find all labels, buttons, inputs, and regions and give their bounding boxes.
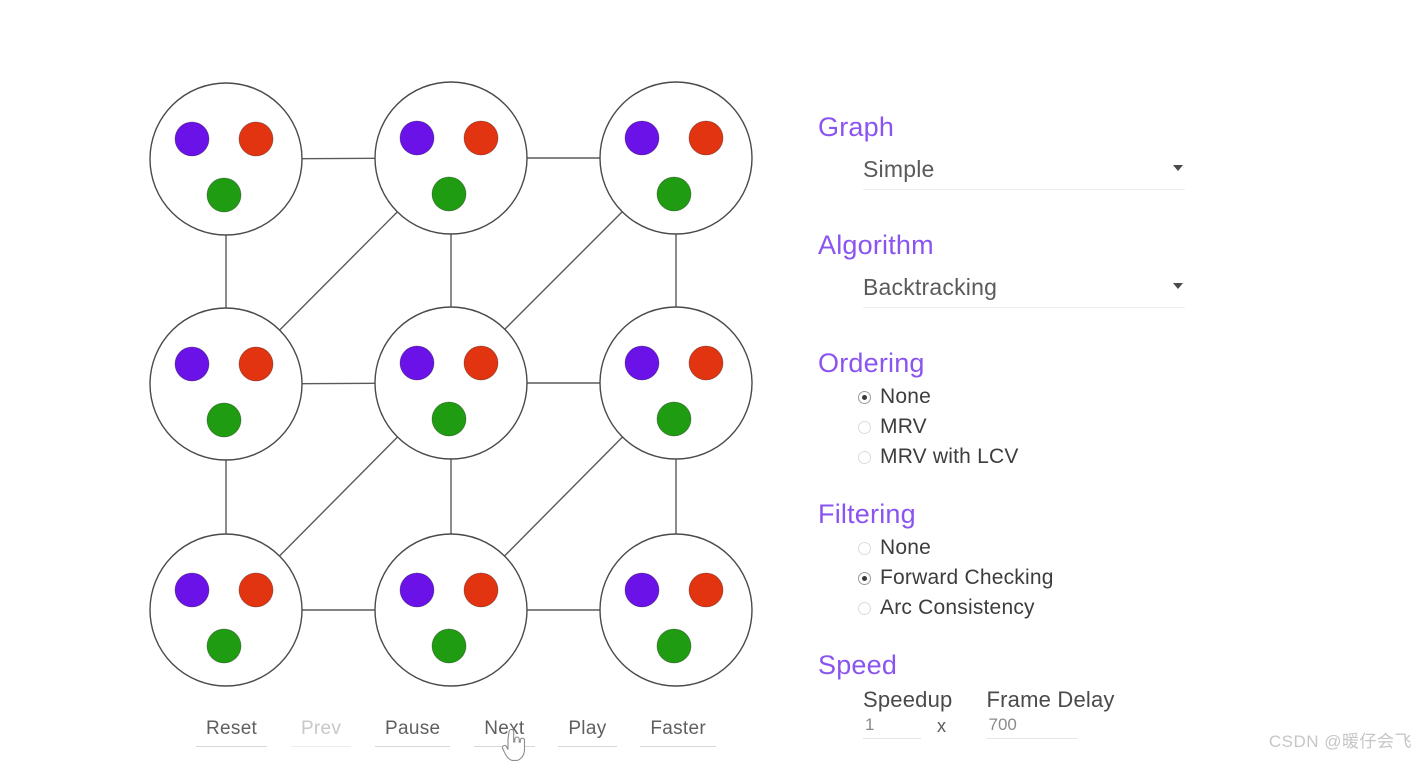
graph-node[interactable]	[374, 81, 528, 235]
graph-select-value: Simple	[863, 156, 935, 182]
speed-setting-group: Speed Speedup x Frame Delay	[818, 650, 1149, 739]
graph-setting-group: Graph Simple	[818, 112, 1185, 190]
radio-icon[interactable]	[858, 450, 871, 464]
domain-dot-green[interactable]	[206, 628, 242, 664]
graph-node[interactable]	[599, 81, 753, 235]
radio-icon[interactable]	[858, 420, 871, 434]
filtering-radio-group: None Forward Checking Arc Consistency	[858, 533, 1054, 623]
faster-button[interactable]: Faster	[640, 716, 716, 747]
prev-button[interactable]: Prev	[290, 716, 352, 747]
ordering-option-label: None	[880, 385, 932, 408]
speedup-unit-label: x	[937, 716, 946, 736]
ordering-option-mrv[interactable]: MRV	[858, 412, 1019, 442]
filtering-option-forward-checking[interactable]: Forward Checking	[858, 563, 1054, 593]
chevron-down-icon	[1173, 165, 1183, 171]
chevron-down-icon	[1173, 283, 1183, 289]
graph-node[interactable]	[149, 307, 303, 461]
graph-node[interactable]	[599, 306, 753, 460]
graph-select[interactable]: Simple	[863, 153, 1185, 190]
speedup-input[interactable]	[863, 715, 921, 739]
ordering-option-none[interactable]: None	[858, 382, 1019, 412]
domain-dot-green[interactable]	[206, 177, 242, 213]
ordering-radio-group: None MRV MRV with LCV	[858, 382, 1019, 472]
filtering-option-label: None	[880, 536, 932, 559]
radio-icon[interactable]	[858, 571, 871, 585]
graph-edge	[504, 211, 623, 330]
domain-dot-purple[interactable]	[624, 345, 660, 381]
frame-delay-input[interactable]	[986, 715, 1077, 739]
domain-dot-purple[interactable]	[399, 120, 435, 156]
domain-dot-green[interactable]	[431, 628, 467, 664]
filtering-option-arc-consistency[interactable]: Arc Consistency	[858, 593, 1054, 623]
watermark: CSDN @暖仔会飞	[1268, 732, 1412, 751]
algorithm-select[interactable]: Backtracking	[863, 271, 1185, 308]
play-button[interactable]: Play	[558, 716, 617, 747]
ordering-option-label: MRV	[880, 415, 927, 438]
speed-fields: Speedup x Frame Delay	[863, 687, 1149, 739]
frame-delay-label: Frame Delay	[986, 687, 1115, 712]
domain-dot-green[interactable]	[431, 176, 467, 212]
speedup-group: Speedup x	[863, 687, 953, 739]
graph-node[interactable]	[149, 82, 303, 236]
domain-dot-green[interactable]	[656, 176, 692, 212]
graph-node[interactable]	[374, 533, 528, 687]
ordering-option-mrv-lcv[interactable]: MRV with LCV	[858, 442, 1019, 472]
domain-dot-green[interactable]	[656, 401, 692, 437]
radio-icon[interactable]	[858, 601, 871, 615]
domain-dot-purple[interactable]	[174, 121, 210, 157]
graph-node[interactable]	[374, 306, 528, 460]
radio-icon[interactable]	[858, 541, 871, 555]
algorithm-setting-group: Algorithm Backtracking	[818, 230, 1185, 308]
radio-icon[interactable]	[858, 390, 871, 404]
filtering-setting-group: Filtering None Forward Checking Arc Cons…	[818, 499, 1054, 623]
domain-dot-red[interactable]	[688, 345, 724, 381]
domain-dot-red[interactable]	[463, 572, 499, 608]
domain-dot-green[interactable]	[431, 401, 467, 437]
domain-dot-purple[interactable]	[174, 346, 210, 382]
algorithm-select-value: Backtracking	[863, 274, 998, 300]
pause-button[interactable]: Pause	[375, 716, 451, 747]
graph-edge	[279, 436, 398, 557]
playback-controls: Reset Prev Pause Next Play Faster	[196, 716, 716, 760]
frame-delay-group: Frame Delay	[986, 687, 1115, 739]
ordering-setting-group: Ordering None MRV MRV with LCV	[818, 348, 1019, 472]
next-button[interactable]: Next	[474, 716, 535, 747]
filtering-option-label: Arc Consistency	[880, 596, 1035, 619]
domain-dot-purple[interactable]	[174, 572, 210, 608]
speedup-label: Speedup	[863, 687, 953, 712]
ordering-option-label: MRV with LCV	[880, 445, 1019, 468]
graph-section-title: Graph	[818, 112, 895, 142]
domain-dot-green[interactable]	[206, 402, 242, 438]
domain-dot-purple[interactable]	[624, 572, 660, 608]
domain-dot-red[interactable]	[238, 346, 274, 382]
speed-section-title: Speed	[818, 650, 898, 680]
graph-node[interactable]	[149, 533, 303, 687]
graph-edge	[504, 436, 623, 557]
domain-dot-purple[interactable]	[399, 345, 435, 381]
settings-panel: Graph Simple Algorithm Backtracking Orde…	[818, 0, 1238, 766]
domain-dot-red[interactable]	[238, 121, 274, 157]
filtering-section-title: Filtering	[818, 499, 916, 529]
domain-dot-purple[interactable]	[399, 572, 435, 608]
domain-dot-red[interactable]	[688, 572, 724, 608]
domain-dot-red[interactable]	[688, 120, 724, 156]
filtering-option-none[interactable]: None	[858, 533, 1054, 563]
constraint-graph-panel	[0, 0, 800, 766]
domain-dot-red[interactable]	[238, 572, 274, 608]
domain-dot-green[interactable]	[656, 628, 692, 664]
reset-button[interactable]: Reset	[196, 716, 268, 747]
algorithm-section-title: Algorithm	[818, 230, 934, 260]
graph-edge	[279, 211, 398, 331]
ordering-section-title: Ordering	[818, 348, 925, 378]
domain-dot-red[interactable]	[463, 120, 499, 156]
domain-dot-red[interactable]	[463, 345, 499, 381]
graph-canvas[interactable]	[0, 0, 800, 720]
filtering-option-label: Forward Checking	[880, 566, 1054, 589]
graph-node[interactable]	[599, 533, 753, 687]
domain-dot-purple[interactable]	[624, 120, 660, 156]
